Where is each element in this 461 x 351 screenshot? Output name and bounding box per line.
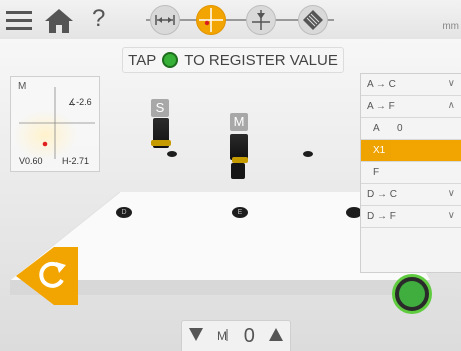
measurement-point-f[interactable]: F <box>361 162 461 184</box>
chevron-down-icon: ∨ <box>447 188 455 199</box>
measurement-row-d-c[interactable]: D → C ∨ <box>361 184 461 206</box>
measurement-point-x1[interactable]: X1 <box>361 140 461 162</box>
mount-hole-d[interactable]: D <box>116 207 132 218</box>
mount-hole <box>303 151 313 157</box>
top-toolbar: ? mm <box>0 0 461 40</box>
measurement-row-a-c[interactable]: A → C ∨ <box>361 74 461 96</box>
svg-text:M: M <box>217 329 227 343</box>
register-dot-icon <box>162 52 179 68</box>
point-key: F <box>373 167 380 178</box>
shim-pattern-icon <box>303 10 323 30</box>
chevron-down-icon: ∨ <box>447 78 455 89</box>
record-icon <box>399 281 425 307</box>
offset-value: 0 <box>243 324 255 347</box>
measurement-row-a-f[interactable]: A → F ∧ <box>361 96 461 118</box>
instruction-banner: TAP TO REGISTER VALUE <box>122 47 344 73</box>
mount-hole-e[interactable]: E <box>232 207 248 218</box>
chevron-down-icon: ∨ <box>447 210 455 221</box>
angle-value: ∡-2.6 <box>68 97 92 107</box>
laser-spot-icon <box>42 141 48 147</box>
step-shim[interactable] <box>298 5 328 35</box>
row-label: D → C <box>367 189 397 200</box>
horizontal-value: H-2.71 <box>62 156 90 166</box>
measurement-point-a[interactable]: A 0 <box>361 118 461 140</box>
register-value-button[interactable] <box>392 274 432 314</box>
point-key: X1 <box>361 140 391 161</box>
measurement-list: A → C ∨ A → F ∧ A 0 X1 F D → C ∨ D → F ∨ <box>360 73 461 273</box>
target-view-panel[interactable]: M ∡-2.6 V0.60 H-2.71 <box>10 76 100 172</box>
row-label: A → C <box>367 79 396 90</box>
point-value <box>391 140 461 161</box>
adjust-align-icon <box>252 10 270 30</box>
banner-suffix: TO REGISTER VALUE <box>184 51 338 69</box>
manual-input-icon[interactable]: M <box>217 327 231 346</box>
units-label: mm <box>442 21 459 32</box>
mount-hole <box>167 151 177 157</box>
sensor-s-base <box>151 140 171 146</box>
bottom-value-bar: M 0 <box>181 320 291 351</box>
sensor-s-label: S <box>151 99 169 117</box>
point-value: 0 <box>397 123 403 134</box>
undo-arrow-icon <box>16 247 78 305</box>
chevron-up-icon: ∧ <box>447 100 455 111</box>
measurement-row-d-f[interactable]: D → F ∨ <box>361 206 461 228</box>
vertical-value: V0.60 <box>19 156 43 166</box>
sensor-m-label: M <box>230 113 248 131</box>
triangle-up-icon[interactable] <box>268 326 284 347</box>
target-title: M <box>18 81 27 92</box>
home-icon[interactable] <box>44 8 74 34</box>
crosshair-target-icon <box>199 8 223 32</box>
back-button[interactable] <box>14 245 78 307</box>
distance-measure-icon <box>155 15 175 25</box>
triangle-down-icon[interactable] <box>188 326 204 347</box>
row-label: A → F <box>367 101 395 112</box>
point-value <box>391 162 461 183</box>
sensor-m-foot <box>231 163 245 179</box>
row-label: D → F <box>367 211 396 222</box>
step-distance[interactable] <box>150 5 180 35</box>
help-button[interactable]: ? <box>92 6 105 32</box>
step-measure[interactable] <box>196 5 226 35</box>
point-key: A <box>373 123 380 134</box>
banner-prefix: TAP <box>128 51 157 69</box>
hamburger-menu-icon[interactable] <box>6 9 32 31</box>
step-adjust[interactable] <box>246 5 276 35</box>
